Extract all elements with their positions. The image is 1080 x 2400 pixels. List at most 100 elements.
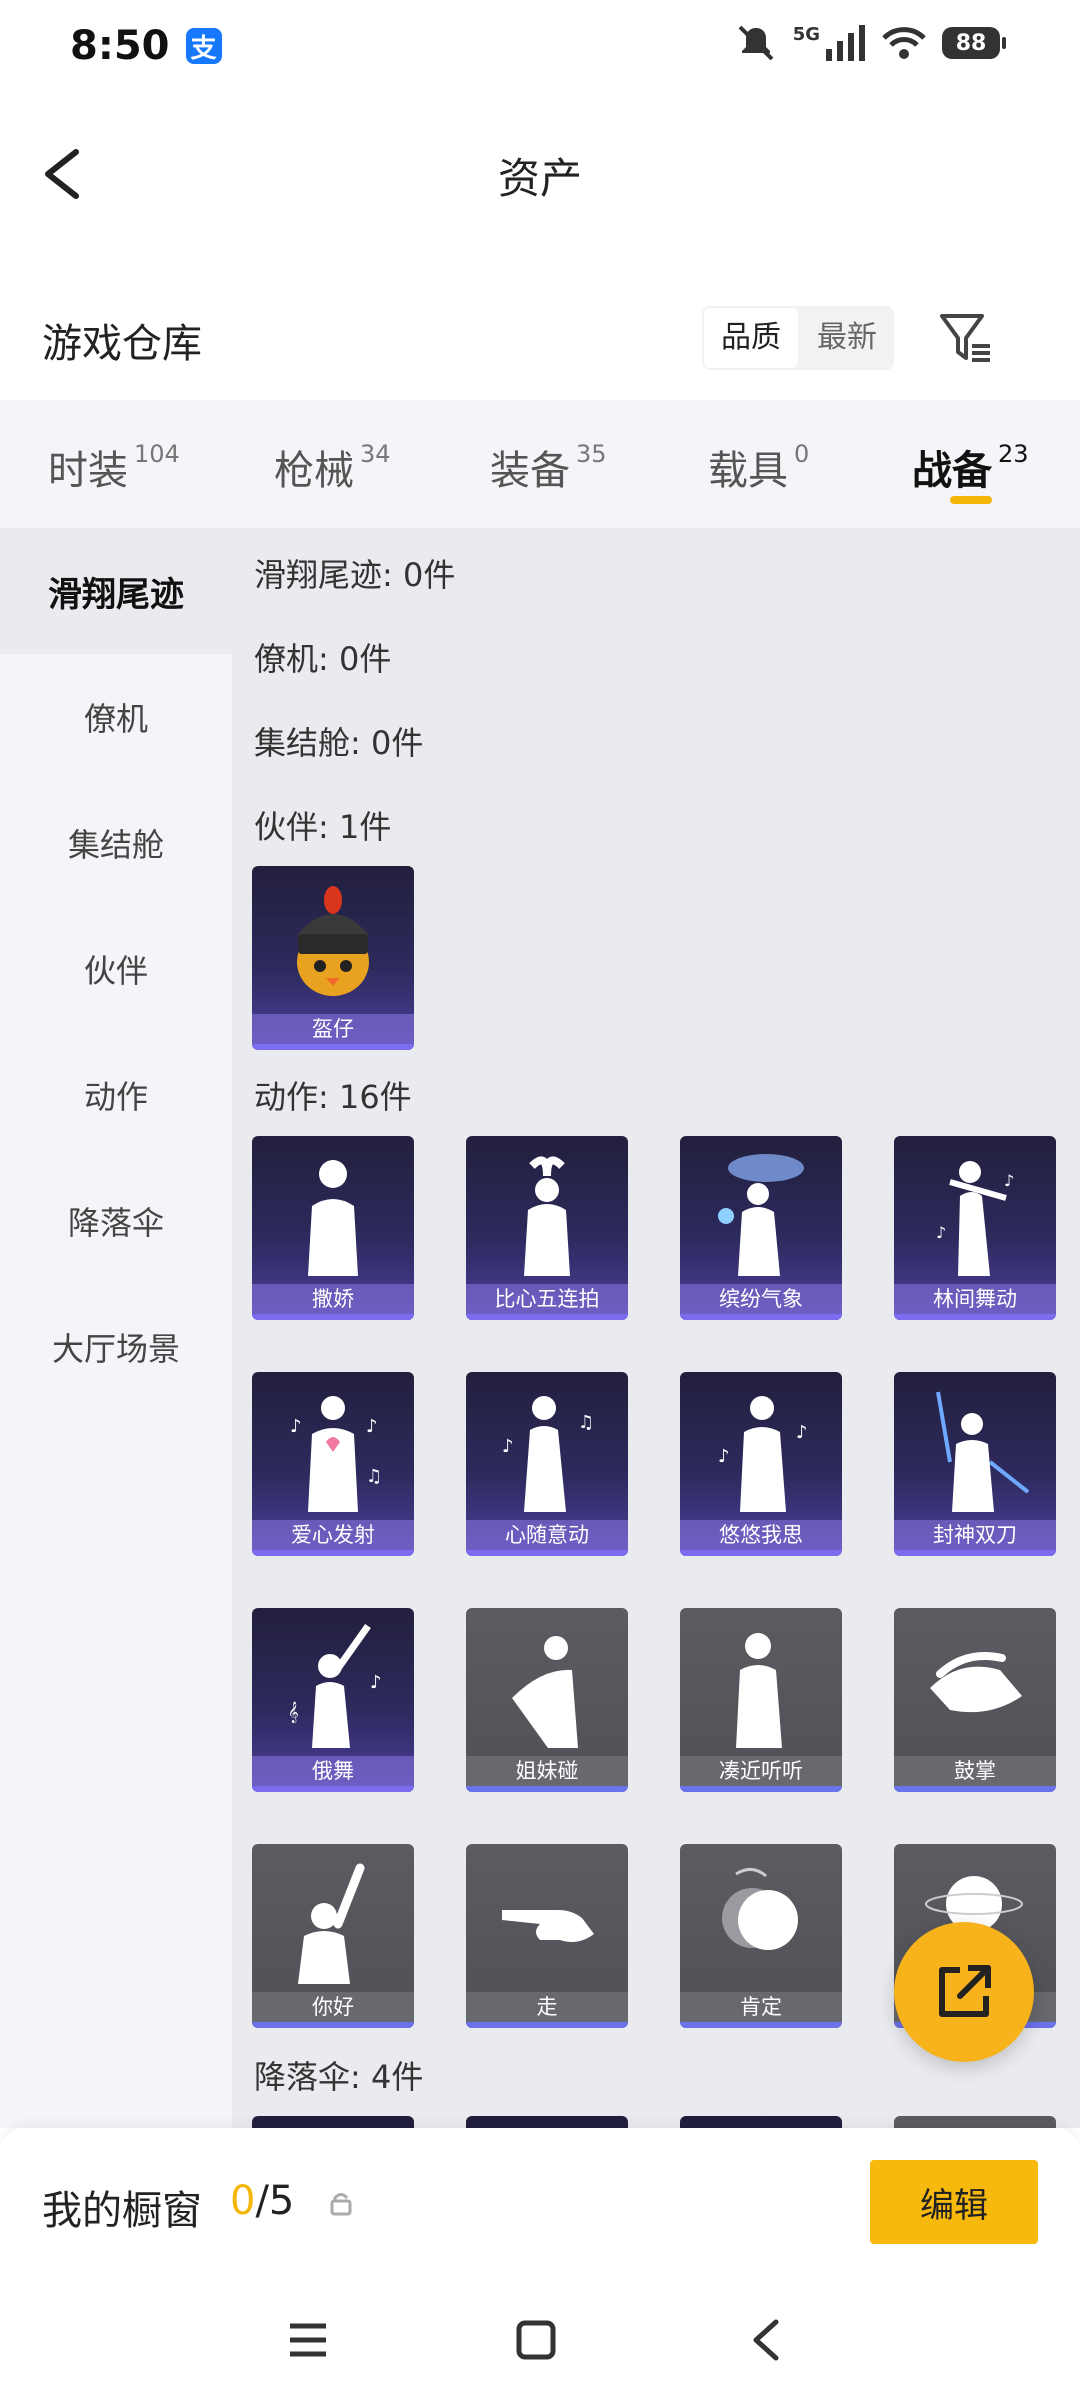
russian-dance-icon: 𝄞 ♪ (252, 1608, 414, 1758)
rarity-bar (680, 1314, 842, 1320)
action-card[interactable]: 肯定 (680, 1844, 842, 2028)
action-card[interactable]: 凑近听听 (680, 1608, 842, 1792)
share-out-icon (939, 1965, 991, 2017)
item-name: 悠悠我思 (680, 1520, 842, 1550)
tab-label: 枪械 (274, 448, 354, 494)
tab-vehicles[interactable]: 载具 0 (708, 438, 809, 496)
action-card[interactable]: ♪ ♪ ♫ 爱心发射 (252, 1372, 414, 1556)
sidebar-item-lobby-scene[interactable]: 大厅场景 (0, 1284, 232, 1410)
back-nav-button[interactable] (736, 2310, 796, 2370)
tab-label: 装备 (490, 448, 570, 494)
sidebar-item-glide-trail[interactable]: 滑翔尾迹 (0, 528, 232, 654)
rarity-bar (466, 1314, 628, 1320)
edit-button[interactable]: 编辑 (870, 2160, 1038, 2244)
svg-text:♪: ♪ (718, 1446, 730, 1467)
tab-fashion[interactable]: 时装 104 (48, 438, 180, 496)
action-card[interactable]: 缤纷气象 (680, 1136, 842, 1320)
tab-label: 载具 (708, 448, 788, 494)
parachute-card[interactable] (252, 2116, 414, 2128)
sort-latest-button[interactable]: 最新 (800, 308, 894, 368)
parachute-card[interactable] (466, 2116, 628, 2128)
action-card[interactable]: 你好 (252, 1844, 414, 2028)
sidebar-item-rally-pod[interactable]: 集结舱 (0, 780, 232, 906)
svg-text:♪: ♪ (502, 1436, 514, 1457)
sort-toggle: 品质 最新 (702, 306, 894, 370)
action-card[interactable]: ♪ ♪ 林间舞动 (894, 1136, 1056, 1320)
action-card[interactable]: 姐妹碰 (466, 1608, 628, 1792)
sidebar-item-parachute[interactable]: 降落伞 (0, 1158, 232, 1284)
item-list[interactable]: 滑翔尾迹: 0件 僚机: 0件 集结舱: 0件 伙伴: 1件 盔仔 动作: 16… (232, 528, 1080, 2128)
tab-label: 时装 (48, 448, 128, 494)
nod-head-icon (680, 1844, 842, 1994)
rarity-bar (252, 2022, 414, 2028)
item-name: 姐妹碰 (466, 1756, 628, 1786)
action-card[interactable]: 比心五连拍 (466, 1136, 628, 1320)
tab-guns[interactable]: 枪械 34 (274, 438, 391, 496)
rarity-bar (894, 1786, 1056, 1792)
showcase-bar: 我的橱窗 0/5 编辑 (0, 2128, 1080, 2280)
network-label: 5G (792, 23, 820, 45)
tab-count: 104 (134, 440, 180, 468)
rarity-bar (894, 1314, 1056, 1320)
sidebar-item-partner[interactable]: 伙伴 (0, 906, 232, 1032)
action-card[interactable]: 撒娇 (252, 1136, 414, 1320)
app-header: 资产 (0, 110, 1080, 240)
showcase-count: 0/5 (230, 2178, 294, 2224)
thinking-pose-icon: ♪ ♪ (680, 1372, 842, 1522)
free-dance-icon: ♪ ♫ (466, 1372, 628, 1522)
item-name: 比心五连拍 (466, 1284, 628, 1314)
item-name: 你好 (252, 1992, 414, 2022)
tab-equipment[interactable]: 装备 35 (490, 438, 607, 496)
rarity-bar (252, 1044, 414, 1050)
tab-battle-prep[interactable]: 战备 23 (912, 438, 1029, 496)
sidebar-item-actions[interactable]: 动作 (0, 1032, 232, 1158)
heart-shoot-icon: ♪ ♪ ♫ (252, 1372, 414, 1522)
action-card[interactable]: 走 (466, 1844, 628, 2028)
parachute-card[interactable] (894, 2116, 1056, 2128)
svg-text:♪: ♪ (290, 1416, 302, 1437)
item-name: 俄舞 (252, 1756, 414, 1786)
rarity-bar (894, 1550, 1056, 1556)
home-square-icon (516, 2320, 556, 2360)
helmet-chick-icon (252, 866, 414, 1016)
action-card[interactable]: 封神双刀 (894, 1372, 1056, 1556)
showcase-current: 0 (230, 2178, 256, 2224)
svg-text:♪: ♪ (936, 1223, 946, 1242)
action-card[interactable]: 𝄞 ♪ 俄舞 (252, 1608, 414, 1792)
menu-nav-button[interactable] (278, 2310, 338, 2370)
sort-quality-button[interactable]: 品质 (704, 308, 798, 368)
home-nav-button[interactable] (506, 2310, 566, 2370)
heart-pose-icon (466, 1136, 628, 1286)
pose-icon (252, 1136, 414, 1286)
sidebar-item-wingman[interactable]: 僚机 (0, 654, 232, 780)
page-title: 资产 (497, 153, 582, 203)
action-card[interactable]: 鼓掌 (894, 1608, 1056, 1792)
action-card[interactable]: ♪ ♫ 心随意动 (466, 1372, 628, 1556)
tab-count: 23 (998, 440, 1029, 468)
lock-icon (330, 2193, 352, 2216)
partner-card[interactable]: 盔仔 (252, 866, 414, 1050)
listen-pose-icon (680, 1608, 842, 1758)
back-chevron-icon (753, 2319, 779, 2361)
action-card[interactable]: ♪ ♪ 悠悠我思 (680, 1372, 842, 1556)
tab-count: 34 (360, 440, 391, 468)
tab-count: 0 (794, 440, 810, 468)
section-title-rally-pod: 集结舱: 0件 (254, 724, 424, 762)
system-nav-bar (0, 2280, 1080, 2400)
rarity-bar (466, 2022, 628, 2028)
showcase-total: /5 (255, 2178, 295, 2224)
weather-pose-icon (680, 1136, 842, 1286)
item-name: 爱心发射 (252, 1520, 414, 1550)
parachute-card[interactable] (680, 2116, 842, 2128)
wifi-icon (882, 27, 926, 59)
filter-icon[interactable] (936, 308, 996, 368)
rarity-bar (466, 1786, 628, 1792)
rarity-bar (252, 1314, 414, 1320)
rarity-bar (680, 1786, 842, 1792)
share-fab-button[interactable] (894, 1922, 1034, 2062)
back-arrow-icon[interactable] (36, 144, 96, 204)
item-name: 缤纷气象 (680, 1284, 842, 1314)
svg-text:♫: ♫ (578, 1412, 594, 1433)
rarity-bar (252, 1550, 414, 1556)
item-name: 凑近听听 (680, 1756, 842, 1786)
